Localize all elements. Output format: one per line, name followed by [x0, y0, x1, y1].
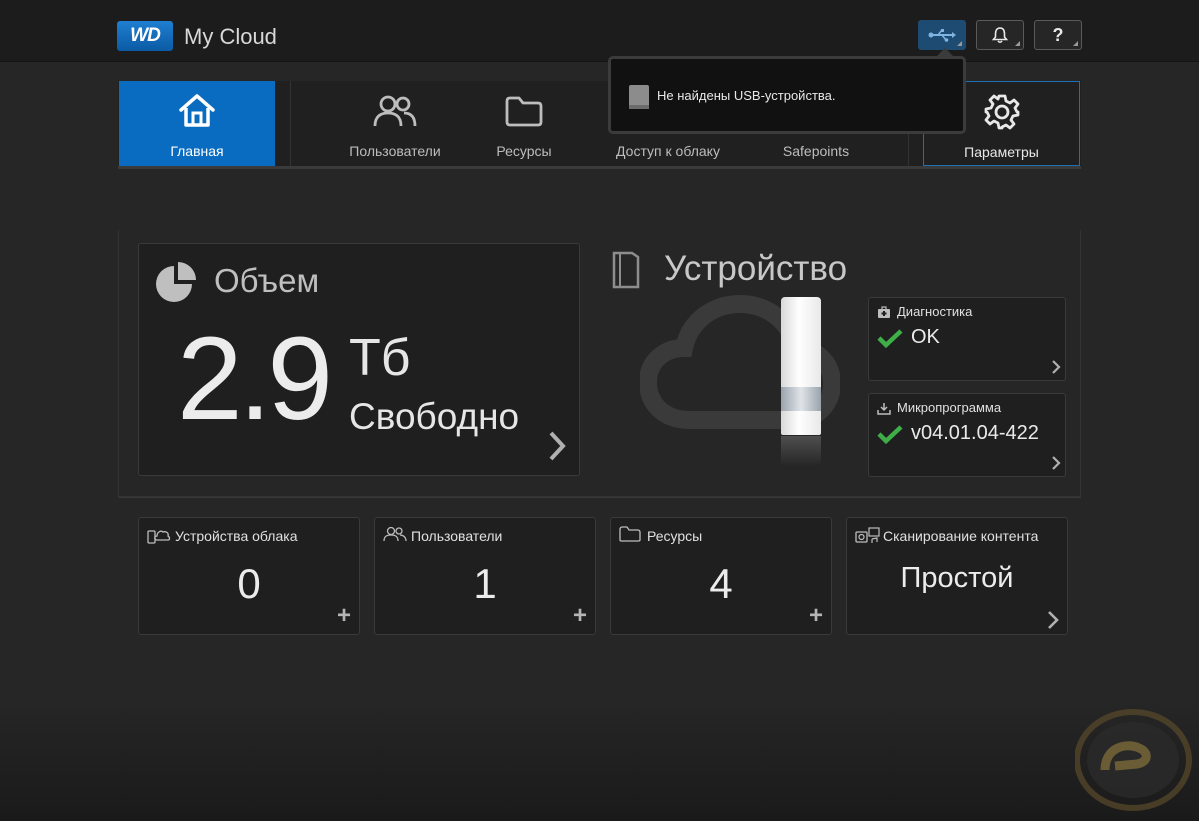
summary-value: 0 [237, 560, 261, 607]
users-icon [383, 526, 407, 542]
summary-card-shares[interactable]: Ресурсы 4 + [610, 517, 832, 635]
summary-value: Простой [900, 562, 1014, 594]
help-button[interactable]: ? [1034, 20, 1082, 50]
summary-title: Устройства облака [175, 528, 298, 544]
folder-icon [505, 96, 543, 127]
nav-label-safepoints: Safepoints [782, 143, 850, 159]
capacity-unit: Тб [349, 329, 411, 387]
nav-label-shares: Ресурсы [496, 143, 552, 159]
check-icon [877, 328, 903, 348]
check-icon [877, 424, 903, 444]
add-icon[interactable]: + [809, 604, 823, 628]
summary-value: 1 [473, 560, 497, 607]
notifications-button[interactable] [976, 20, 1024, 50]
summary-card-users[interactable]: Пользователи 1 + [374, 517, 596, 635]
firmware-version: v04.01.04-422 [911, 422, 1039, 444]
folder-icon [619, 526, 641, 542]
usb-popup: Не найдены USB-устройства. [608, 48, 966, 134]
nav-home[interactable]: Главная [119, 81, 275, 166]
nav-label-home: Главная [170, 143, 224, 159]
usb-button[interactable] [918, 20, 966, 50]
cloud-devices-icon [147, 530, 171, 544]
first-aid-icon [878, 306, 890, 318]
summary-title: Сканирование контента [883, 528, 1039, 544]
usb-drive-icon [629, 85, 649, 109]
top-bar: WD My Cloud ? [0, 0, 1199, 62]
chevron-right-icon [1048, 611, 1059, 629]
summary-title: Пользователи [411, 528, 503, 544]
summary-card-media-scan[interactable]: Сканирование контента Простой [846, 517, 1068, 635]
summary-value: 4 [709, 560, 733, 607]
media-scan-icon [855, 527, 880, 543]
add-icon[interactable]: + [573, 604, 587, 628]
firmware-card[interactable]: Микропрограмма v04.01.04-422 [868, 393, 1066, 477]
nav-label-users: Пользователи [349, 143, 441, 159]
summary-title: Ресурсы [647, 528, 703, 544]
app-title: My Cloud [184, 24, 277, 49]
chevron-right-icon [549, 431, 566, 461]
capacity-card[interactable]: Объем 2.9 Тб Свободно [138, 243, 580, 476]
pie-chart-icon [156, 262, 196, 302]
help-icon: ? [1052, 24, 1064, 45]
gear-icon [984, 94, 1019, 130]
capacity-value: 2.9 [177, 313, 333, 445]
add-icon[interactable]: + [337, 604, 351, 628]
watermark-logo [1075, 709, 1192, 811]
wd-logo: WD [117, 21, 173, 51]
nav-users[interactable]: Пользователи [320, 81, 470, 166]
chevron-right-icon [1052, 456, 1061, 470]
nav-label-settings: Параметры [964, 144, 1039, 160]
usb-popup-message: Не найдены USB-устройства. [657, 88, 836, 103]
users-icon [373, 95, 417, 127]
nav-label-cloud-access: Доступ к облаку [616, 143, 720, 159]
firmware-title: Микропрограмма [897, 400, 1002, 415]
diagnostics-status: OK [911, 326, 940, 348]
nav-shares[interactable]: Ресурсы [470, 81, 578, 166]
capacity-free-label: Свободно [349, 396, 520, 437]
capacity-title: Объем [214, 262, 320, 299]
device-icon [612, 251, 640, 289]
summary-card-cloud-devices[interactable]: Устройства облака 0 + [138, 517, 360, 635]
usb-icon [928, 29, 956, 42]
device-image [781, 297, 821, 435]
download-icon [877, 403, 891, 415]
chevron-right-icon [1052, 360, 1061, 374]
diagnostics-title: Диагностика [897, 304, 973, 319]
device-title: Устройство [664, 249, 848, 288]
diagnostics-card[interactable]: Диагностика OK [868, 297, 1066, 381]
bottom-gradient [0, 700, 1199, 821]
home-icon [179, 94, 215, 127]
bell-icon [991, 27, 1009, 44]
